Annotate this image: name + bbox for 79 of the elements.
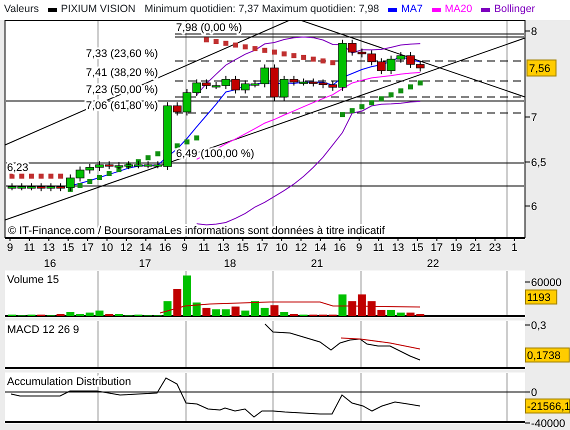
fibonacci-label: 7,98 (0,00 %)	[176, 22, 242, 34]
time-label: 15	[411, 242, 424, 254]
fibonacci-label: 7,33 (23,60 %)	[86, 48, 158, 60]
candlestick	[406, 52, 415, 68]
axis-label: 6,5	[531, 157, 546, 169]
fibonacci-label: 7,41 (38,20 %)	[86, 67, 158, 79]
time-label: 1	[511, 242, 518, 254]
candlestick	[85, 163, 94, 174]
candlestick	[76, 166, 84, 182]
date-label: 22	[426, 258, 440, 270]
time-label: 16	[159, 242, 172, 254]
candlestick	[124, 160, 133, 170]
axis-label: 7	[531, 112, 538, 124]
candlestick	[104, 160, 114, 170]
time-label: 12	[120, 242, 133, 254]
time-label: 14	[314, 242, 327, 254]
axis-label: 0	[531, 387, 538, 399]
date-label: 16	[44, 258, 56, 270]
time-label: 9	[356, 242, 362, 254]
candlestick	[144, 160, 152, 169]
time-label: 13	[392, 242, 404, 254]
candlestick	[95, 160, 104, 172]
time-label: 21	[469, 242, 482, 254]
time-label: 10	[275, 242, 288, 254]
time-label: 23	[488, 242, 502, 254]
value-badge: 1193	[525, 290, 558, 304]
indicator-title: Volume 15	[7, 274, 59, 286]
time-label: 16	[334, 242, 346, 254]
date-label: 18	[224, 258, 236, 270]
header-label: Valeurs	[4, 2, 39, 18]
candlestick	[231, 75, 240, 94]
time-label: 10	[100, 242, 114, 254]
time-label: 12	[294, 242, 308, 254]
time-label: 19	[450, 242, 462, 254]
candlestick	[17, 182, 26, 191]
candlestick	[27, 182, 36, 191]
time-label: 17	[430, 242, 443, 254]
candlestick	[299, 78, 308, 86]
volume-bar	[251, 301, 259, 316]
price-badge: 7,56	[526, 60, 556, 76]
time-label: 9	[6, 242, 14, 254]
time-label: 15	[62, 242, 74, 254]
indicator-title: Accumulation Distribution	[7, 376, 132, 388]
axis-label: 6	[531, 201, 538, 213]
candlestick	[318, 78, 328, 89]
axis-label: 60000	[531, 277, 562, 289]
candlestick	[309, 78, 318, 87]
candlestick	[114, 162, 124, 170]
time-label: 11	[24, 242, 36, 254]
candlestick	[134, 160, 143, 169]
candlestick	[36, 182, 46, 192]
indicator-title: MACD 12 26 9	[7, 324, 80, 336]
time-label: 13	[42, 242, 55, 254]
time-label: 9	[182, 242, 188, 254]
time-label: 17	[256, 242, 268, 254]
time-label: 14	[140, 242, 152, 254]
daily-range-text: Minimum quotidien: 7,37 Maximum quotidien: 7,98	[144, 2, 380, 18]
candlestick	[46, 182, 56, 192]
candlestick	[416, 60, 425, 72]
time-label: 11	[372, 242, 384, 254]
candlestick	[377, 58, 386, 75]
indicator-name: MA7	[401, 2, 423, 18]
indicator-name: Bollinger	[494, 2, 536, 18]
axis-label: 0,3	[531, 320, 546, 332]
time-label: 13	[217, 242, 230, 254]
series-name: PIXIUM VISION	[60, 2, 136, 18]
value-badge: 0,1738	[525, 348, 570, 362]
value-badge: -21566,1	[525, 398, 570, 414]
time-label: 17	[81, 242, 94, 254]
copyright-text: © IT-Finance.com / BoursoramaLes informations sont données à titre indicatif	[8, 225, 385, 237]
date-label: 21	[310, 258, 324, 270]
axis-label: 8	[531, 26, 538, 38]
indicator-name: MA20	[444, 2, 472, 18]
date-label: 17	[138, 258, 152, 270]
price-label: 6,23	[7, 162, 28, 174]
time-label: 11	[198, 242, 210, 254]
time-label: 15	[236, 242, 249, 254]
axis-label: -40000	[531, 418, 566, 428]
candlestick	[8, 182, 16, 191]
